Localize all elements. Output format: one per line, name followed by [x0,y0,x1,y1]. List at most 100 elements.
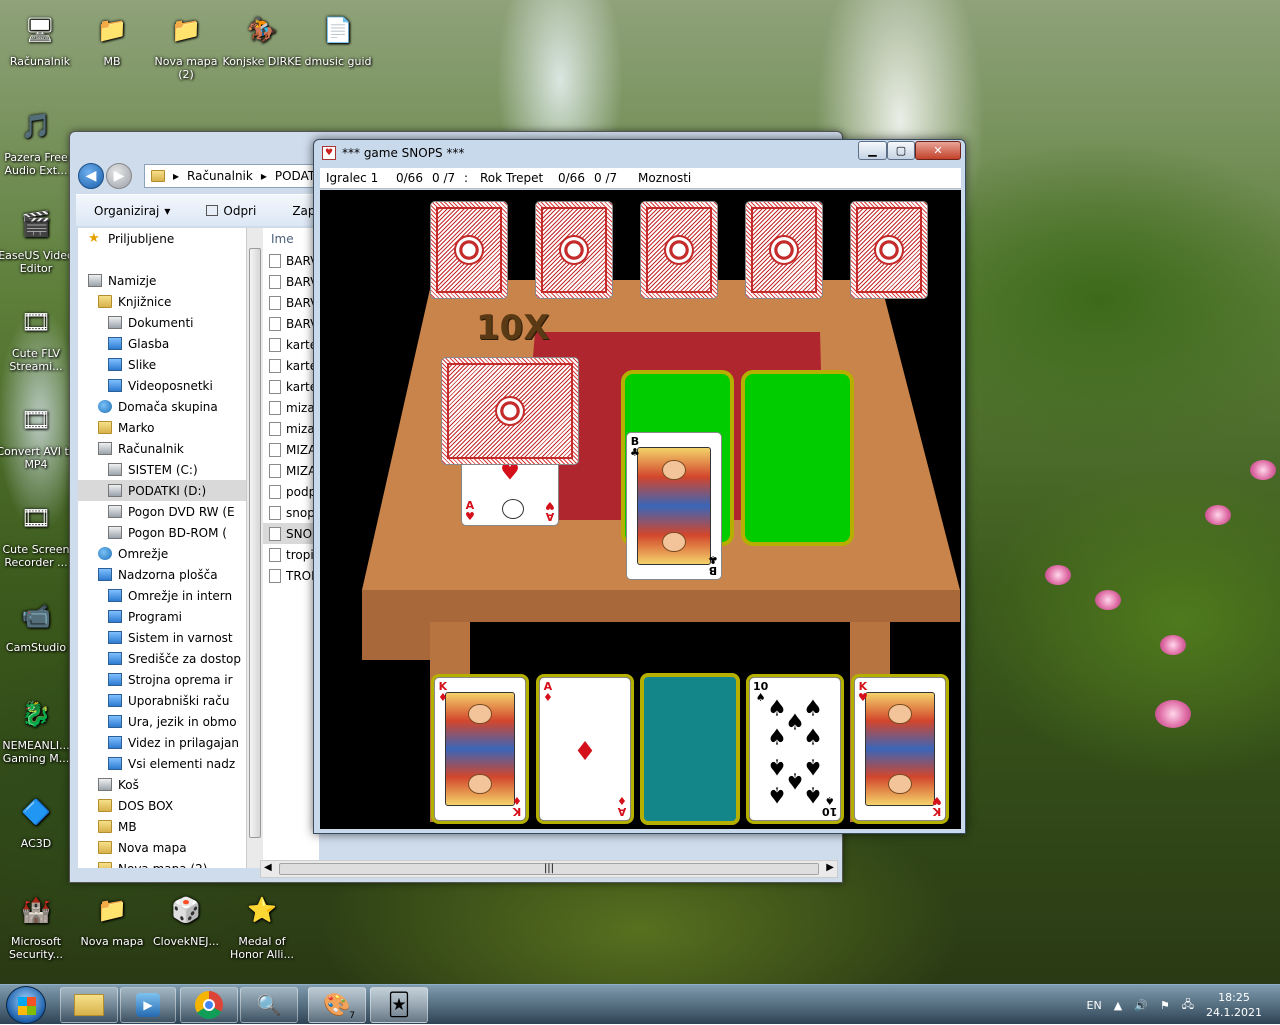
nav-item[interactable]: Nadzorna plošča [78,564,246,585]
column-header-name[interactable]: Ime [263,228,319,249]
nav-item[interactable]: SISTEM (C:) [78,459,246,480]
file-row[interactable]: BARV [263,271,319,292]
close-button[interactable]: ✕ [915,141,961,160]
file-row[interactable]: BARV [263,250,319,271]
opponent-name[interactable]: Rok Trepet [480,171,554,185]
nav-item[interactable]: Videoposnetki [78,375,246,396]
player-name[interactable]: Igralec 1 [326,171,392,185]
desktop-icon[interactable]: 📄 dmusic guid [298,8,378,69]
forward-button[interactable]: ▶ [106,163,132,189]
desktop-icon[interactable]: 📹 CamStudio [0,594,76,655]
player-card[interactable]: K ♥ K ♥ [851,674,949,824]
nav-item[interactable]: Omrežje [78,543,246,564]
open-button[interactable]: Odpri [188,195,274,226]
file-row[interactable]: BARV [263,292,319,313]
file-row[interactable]: miza [263,397,319,418]
desktop-icon[interactable]: 🏇 Konjske DIRKE [222,8,302,69]
taskbar-search-program[interactable]: 🔍 [240,987,298,1023]
file-row[interactable]: karte [263,355,319,376]
nav-item[interactable]: Strojna oprema ir [78,669,246,690]
taskbar-paint-group[interactable]: 🎨 7 [308,987,366,1023]
opponent-card[interactable] [535,201,613,299]
nav-item[interactable]: Pogon BD-ROM ( [78,522,246,543]
player-card[interactable]: ♠ ♠ ♠ ♠ ♠ ♠ ♠ ♠ ♠ ♠ 10 ♠ 10 ♠ [746,674,844,824]
nav-item[interactable]: Nova mapa [78,837,246,858]
played-card[interactable]: B ♣ B ♣ [626,432,722,580]
desktop-icon[interactable]: 🎞 Cute FLV Streami... [0,300,76,374]
options-menu[interactable]: Moznosti [638,171,691,185]
nav-item[interactable]: PODATKI (D:) [78,480,246,501]
desktop-icon[interactable]: 🏰 Microsoft Security... [0,888,76,962]
navigation-scrollbar[interactable] [246,228,263,868]
organize-button[interactable]: Organiziraj ▾ [76,195,188,226]
taskbar-media-player[interactable]: ▶ [120,987,176,1023]
nav-item[interactable]: Ura, jezik in obmo [78,711,246,732]
scroll-left-icon[interactable]: ◀ [264,862,272,873]
horizontal-scrollbar[interactable]: ◀ ||| ▶ [260,860,838,878]
opponent-card[interactable] [745,201,823,299]
nav-item[interactable]: Slike [78,354,246,375]
opponent-card[interactable] [850,201,928,299]
file-row[interactable]: SNO [263,523,319,544]
file-row[interactable]: tropi [263,544,319,565]
nav-item[interactable]: Sistem in varnost [78,627,246,648]
scroll-right-icon[interactable]: ▶ [826,862,834,873]
file-row[interactable]: snop [263,502,319,523]
file-row[interactable]: podp [263,481,319,502]
nav-item[interactable]: Videz in prilagajan [78,732,246,753]
file-row[interactable]: MIZA [263,460,319,481]
desktop-icon[interactable]: 🎲 ClovekNEJ... [146,888,226,949]
file-row[interactable]: karte [263,376,319,397]
desktop-icon[interactable]: 📁 Nova mapa (2) [146,8,226,82]
maximize-button[interactable]: ▢ [887,141,915,160]
file-row[interactable]: BARV [263,313,319,334]
volume-icon[interactable]: 🔊 [1134,999,1148,1012]
nav-item[interactable]: Domača skupina [78,396,246,417]
taskbar-snops[interactable]: 🃏 [370,987,428,1023]
taskbar-explorer[interactable] [60,987,118,1023]
taskbar-chrome[interactable] [180,987,238,1023]
nav-item[interactable]: MB [78,816,246,837]
snops-window[interactable]: ♥ *** game SNOPS *** ▁ ▢ ✕ Igralec 1 0/6… [313,139,966,834]
back-button[interactable]: ◀ [78,163,104,189]
show-hidden-icons-icon[interactable]: ▲ [1114,999,1122,1012]
desktop-icon[interactable]: 🎬 EaseUS Video Editor [0,202,76,276]
file-row[interactable]: TROI [263,565,319,586]
nav-item[interactable]: Pogon DVD RW (E [78,501,246,522]
opponent-card[interactable] [640,201,718,299]
player-card[interactable]: K ♦ K ♦ [431,674,529,824]
nav-item[interactable]: Nova mapa (2) [78,858,246,868]
nav-item[interactable]: Omrežje in intern [78,585,246,606]
scrollbar-thumb[interactable] [249,248,261,838]
language-indicator[interactable]: EN [1087,999,1102,1012]
breadcrumb-computer[interactable]: Računalnik [187,169,253,183]
nav-item[interactable]: Dokumenti [78,312,246,333]
start-button[interactable] [6,986,46,1024]
nav-item[interactable]: DOS BOX [78,795,246,816]
desktop-icon[interactable]: 🐉 NEMEANLI... Gaming M... [0,692,76,766]
nav-item[interactable]: Programi [78,606,246,627]
file-row[interactable]: MIZA [263,439,319,460]
nav-item[interactable]: Marko [78,417,246,438]
desktop-icon[interactable]: 🎞 Cute Screen Recorder ... [0,496,76,570]
desktop-icon[interactable]: 📁 MB [72,8,152,69]
nav-item[interactable]: ★ Priljubljene [78,228,246,249]
nav-item[interactable]: Računalnik [78,438,246,459]
desktop-icon[interactable]: 🖥 Računalnik [0,8,80,69]
desktop-icon[interactable]: 📁 Nova mapa [72,888,152,949]
nav-item[interactable]: Vsi elementi nadz [78,753,246,774]
desktop-icon[interactable]: ⭐ Medal of Honor Alli... [222,888,302,962]
player-card[interactable]: ♦ A ♦ A ♦ [536,674,634,824]
nav-item[interactable]: Koš [78,774,246,795]
nav-item[interactable]: Središče za dostop [78,648,246,669]
nav-item[interactable]: Uporabniški raču [78,690,246,711]
opponent-card[interactable] [430,201,508,299]
desktop-icon[interactable]: 🔷 AC3D [0,790,76,851]
talon-deck-top-card[interactable] [441,357,579,465]
nav-item[interactable]: Glasba [78,333,246,354]
clock[interactable]: 18:25 24.1.2021 [1206,990,1262,1020]
desktop-icon[interactable]: 🎞 Convert AVI to MP4 [0,398,76,472]
minimize-button[interactable]: ▁ [858,141,887,160]
file-row[interactable]: miza [263,418,319,439]
desktop-icon[interactable]: 🎵 Pazera Free Audio Ext... [0,104,76,178]
